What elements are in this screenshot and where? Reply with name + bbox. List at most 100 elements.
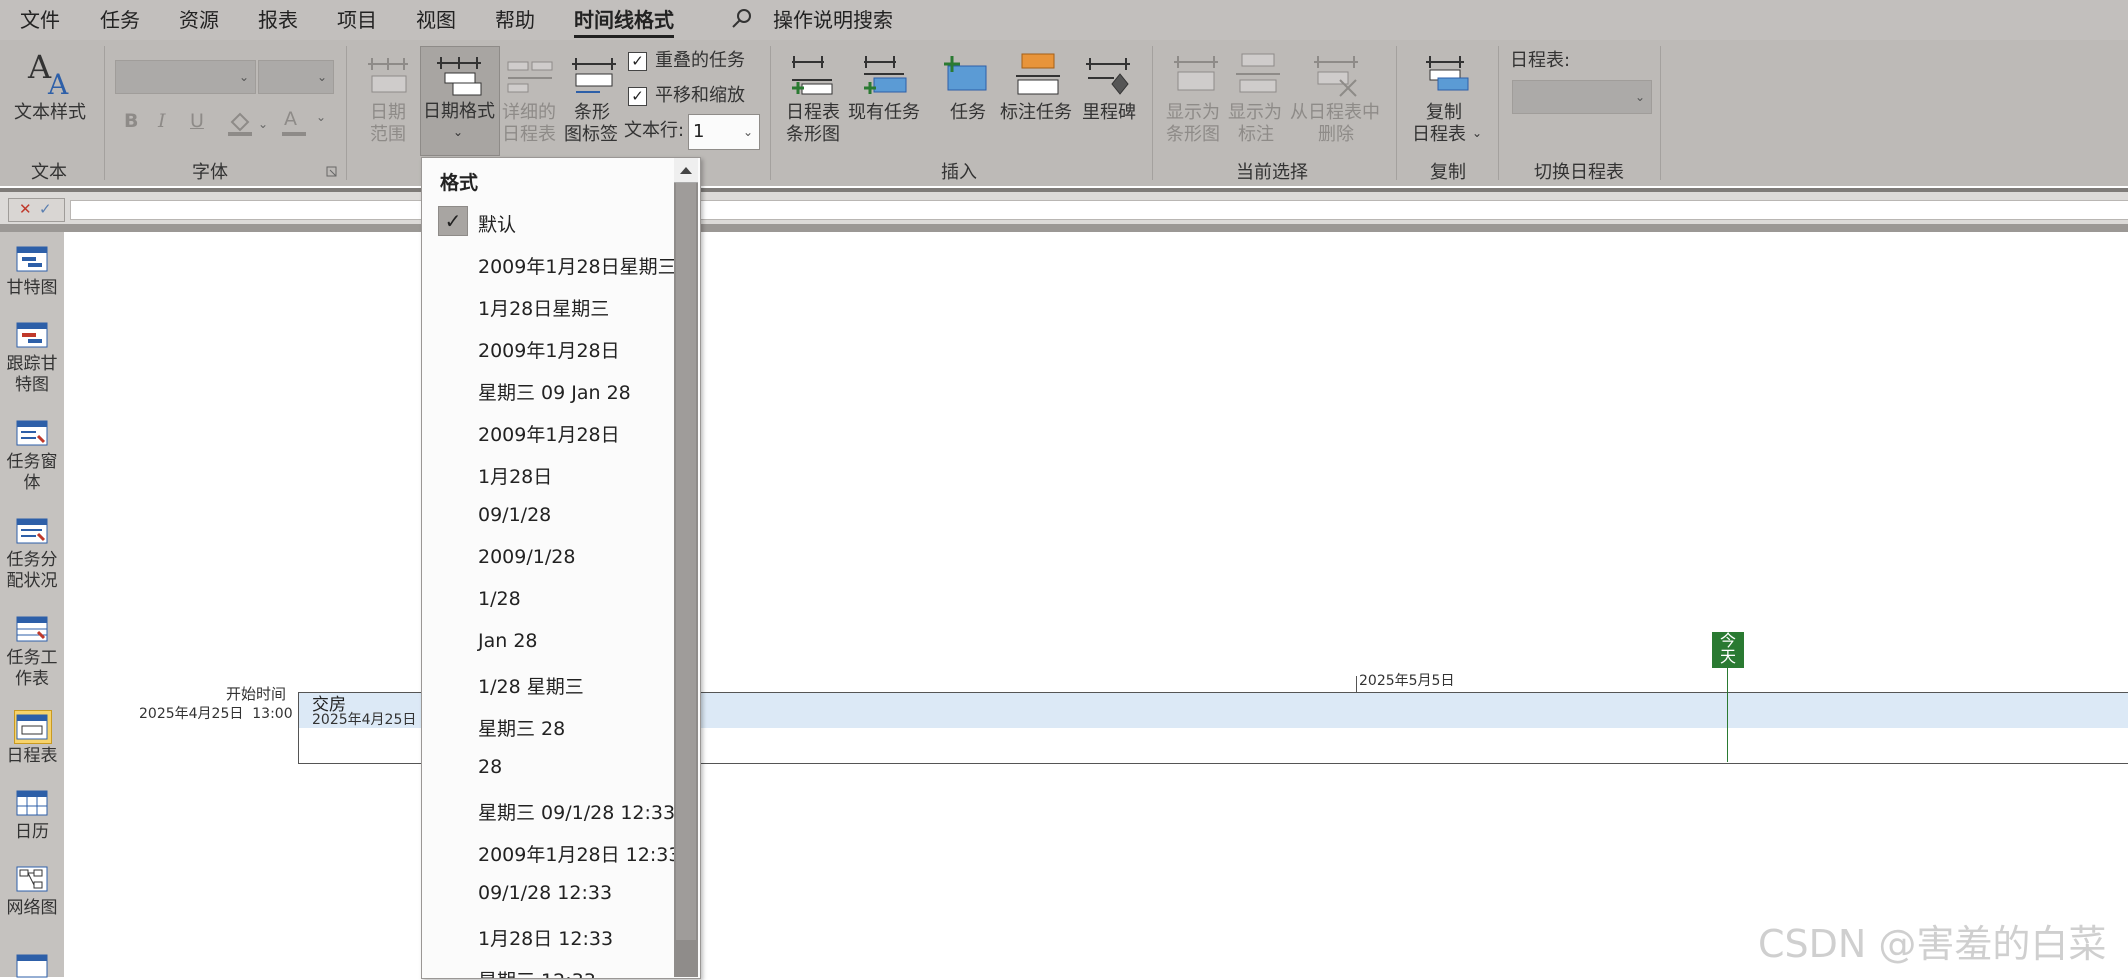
view-task-usage[interactable]: 任务分 配状况 [0,518,64,604]
view-gantt[interactable]: 甘特图 [0,246,64,310]
callout-task-icon [1016,53,1060,95]
view-network-diagram[interactable]: 网络图 [0,866,64,930]
format-option[interactable]: 星期三 28 [478,714,565,741]
menu-resource[interactable]: 资源 [179,4,219,33]
view-label: 跟踪甘 [6,354,58,374]
font-color-icon: A [284,108,297,130]
text-group-label: 文本 [31,162,67,183]
task-sheet-icon [16,616,48,642]
watermark: CSDN @害羞的白菜 [1758,922,2107,966]
view-label: 甘特图 [6,278,58,298]
existing-tasks-icon [864,56,907,94]
remove-from-timeline-label-1: 从日程表中 [1290,102,1380,123]
copy-timeline-button[interactable]: 复制 日程表 ⌄ [1408,50,1488,150]
callout-task-button[interactable]: 标注任务 [1000,50,1076,150]
menu-bar: 文件 任务 资源 报表 项目 视图 帮助 时间线格式 操作说明搜索 [0,0,2128,40]
text-lines-select[interactable]: 1 ⌄ [688,114,760,150]
menu-project[interactable]: 项目 [337,4,377,33]
format-option[interactable]: 1月28日 [478,462,552,489]
entry-input[interactable] [70,200,2128,220]
search-icon[interactable] [730,6,754,30]
scroll-up-button[interactable] [674,158,698,183]
date-format-button[interactable]: 日期格式 ⌄ [420,46,500,156]
fill-color-icon[interactable]: ⌄ [226,108,270,138]
date-range-button[interactable]: 日期 范围 [362,50,414,150]
timeline-bar-label-1: 日程表 [786,102,840,123]
tell-me-search[interactable]: 操作说明搜索 [773,4,893,33]
format-option[interactable]: 星期三 09 Jan 28 [478,378,631,405]
text-style-button[interactable]: A A 文本样式 [10,46,92,132]
milestone-button[interactable]: 里程碑 [1078,50,1140,150]
milestone-label: 里程碑 [1082,102,1136,123]
insert-task-button[interactable]: 任务 [936,50,998,150]
chevron-down-icon: ⌄ [1634,90,1645,104]
existing-tasks-button[interactable]: 现有任务 [846,50,922,150]
timeline-switch-select[interactable]: ⌄ [1512,80,1652,114]
detailed-timeline-button[interactable]: 详细的 日程表 [502,50,560,150]
timeline-bar-button[interactable]: 日程表 条形图 [784,50,844,150]
menu-report[interactable]: 报表 [258,4,298,33]
dialog-launcher-icon[interactable] [326,166,338,178]
overlap-tasks-checkbox[interactable]: ✓ [628,52,647,71]
text-style-label: 文本样式 [14,102,86,123]
bar-labels-icon [572,58,616,93]
format-option[interactable]: 星期三 09/1/28 12:33 [478,798,675,825]
format-option[interactable]: 2009年1月28日 [478,336,620,363]
remove-from-timeline-button[interactable]: 从日程表中 删除 [1290,50,1382,150]
existing-tasks-label: 现有任务 [848,102,920,123]
cancel-icon[interactable]: ✕ [19,200,32,218]
format-option[interactable]: 星期三 12:33 [478,966,596,978]
format-option[interactable]: Jan 28 [478,630,538,652]
format-option[interactable]: 09/1/28 12:33 [478,882,612,904]
check-icon: ✓ [438,206,468,236]
detailed-timeline-label-1: 详细的 [502,102,556,123]
format-option[interactable]: 默认 [478,210,516,237]
view-label: 配状况 [6,571,58,591]
view-timeline[interactable]: 日程表 [0,710,64,778]
display-as-bar-button[interactable]: 显示为 条形图 [1166,50,1226,150]
chevron-down-icon: ⌄ [316,70,327,84]
chevron-down-icon: ⌄ [238,70,249,84]
check-icon[interactable]: ✓ [39,200,52,218]
menu-file[interactable]: 文件 [20,4,60,33]
menu-view[interactable]: 视图 [416,4,456,33]
scrollbar-thumb[interactable] [676,183,696,940]
font-name-combo[interactable]: ⌄ [115,60,256,94]
pan-zoom-checkbox[interactable]: ✓ [628,87,647,106]
menu-task[interactable]: 任务 [100,4,140,33]
view-tracking-gantt[interactable]: 跟踪甘 特图 [0,322,64,408]
format-option[interactable]: 2009年1月28日 12:33 [478,840,680,867]
format-option[interactable]: 2009年1月28日 [478,420,620,447]
view-task-sheet[interactable]: 任务工 作表 [0,616,64,702]
pan-zoom-label: 平移和缩放 [655,85,745,106]
font-size-combo[interactable]: ⌄ [258,60,334,94]
remove-from-timeline-label-2: 删除 [1318,124,1354,145]
current-selection-group-label: 当前选择 [1236,162,1308,183]
underline-button[interactable]: U [190,110,204,132]
chevron-down-icon: ⌄ [316,110,327,124]
menu-timeline-format[interactable]: 时间线格式 [574,4,674,38]
task-icon [944,56,987,91]
callout-task-label: 标注任务 [1000,102,1072,123]
italic-button[interactable]: I [158,110,166,132]
format-option[interactable]: 09/1/28 [478,504,551,526]
format-option[interactable]: 2009/1/28 [478,546,575,568]
view-task-form[interactable]: 任务窗 体 [0,420,64,506]
today-marker: 今天 [1712,632,1744,668]
font-color-button[interactable]: A ⌄ [282,108,328,138]
display-as-callout-button[interactable]: 显示为 标注 [1228,50,1288,150]
format-option[interactable]: 1月28日星期三 [478,294,609,321]
format-option[interactable]: 28 [478,756,502,778]
view-calendar[interactable]: 日历 [0,790,64,854]
format-option[interactable]: 2009年1月28日星期三 [478,252,677,279]
bar-labels-button[interactable]: 条形 图标签 [564,50,624,150]
bold-button[interactable]: B [124,110,138,132]
font-group-label: 字体 [192,162,228,183]
format-option[interactable]: 1月28日 12:33 [478,924,613,951]
menu-help[interactable]: 帮助 [495,4,535,33]
cancel-confirm-buttons[interactable]: ✕ ✓ [8,198,65,222]
more-views-icon[interactable] [16,954,48,980]
timeline-pane-border [0,224,2128,232]
format-option[interactable]: 1/28 [478,588,521,610]
format-option[interactable]: 1/28 星期三 [478,672,584,699]
